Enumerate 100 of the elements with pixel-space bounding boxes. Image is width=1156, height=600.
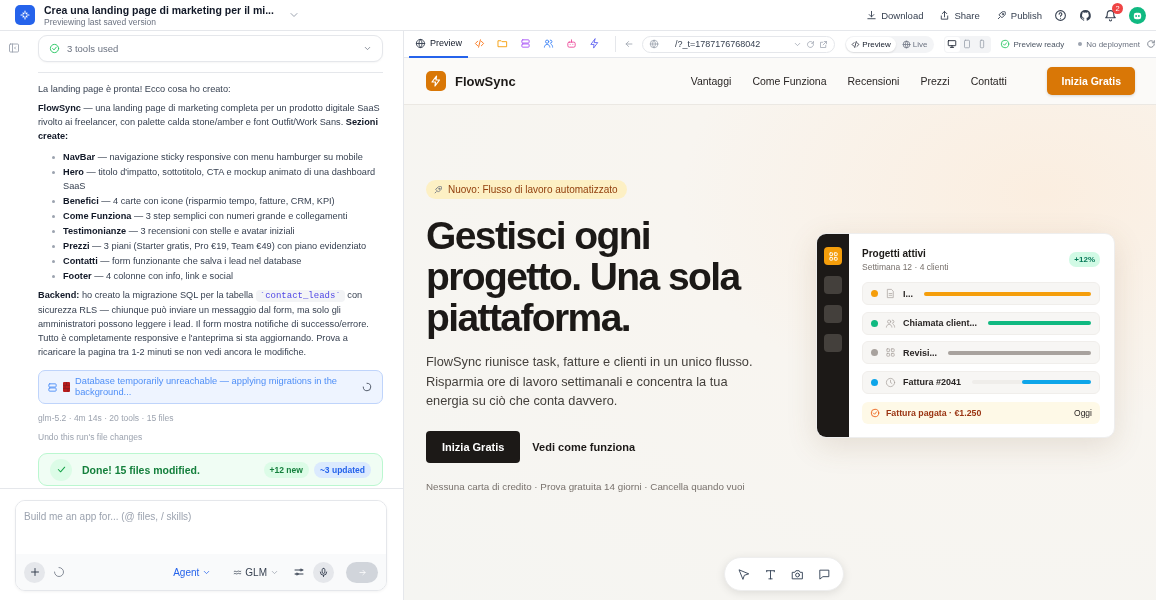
camera-icon	[791, 567, 804, 581]
notifications-button[interactable]	[1104, 8, 1117, 22]
settings-button[interactable]	[293, 566, 305, 578]
arrow-right-icon	[357, 567, 367, 577]
bullet-dot	[52, 245, 55, 248]
text-tool-button[interactable]	[764, 567, 777, 581]
deployment-status: No deployment	[1086, 39, 1140, 49]
help-button[interactable]	[1054, 8, 1067, 22]
back-button[interactable]	[624, 39, 634, 49]
app-logo[interactable]	[15, 5, 35, 25]
folder-icon	[497, 37, 508, 49]
screenshot-button[interactable]	[791, 567, 804, 581]
notice-text: Database temporarily unreachable — applying migrations in the background...	[75, 376, 338, 398]
bullet-dot	[52, 275, 55, 278]
nav-link[interactable]: Contatti	[970, 75, 1007, 87]
refresh-icon	[1146, 39, 1156, 49]
bullet-dot	[52, 215, 55, 218]
done-message: Done! 15 files modified.	[82, 463, 201, 476]
section-item: Prezzi — 3 piani (Starter gratis, Pro €19, Team €49) con piano evidenziato	[63, 240, 367, 253]
preview-status: Preview ready	[1013, 39, 1065, 49]
nav-link[interactable]: Prezzi	[920, 75, 950, 87]
arrow-left-icon	[624, 39, 634, 49]
check-icon	[50, 458, 72, 481]
avatar-icon[interactable]	[1129, 6, 1146, 24]
bell-icon	[1104, 8, 1117, 22]
section-item: Footer — 4 colonne con info, link e social	[63, 270, 234, 283]
wave-icon	[233, 567, 243, 577]
code-icon	[851, 39, 861, 49]
share-button[interactable]: Share	[939, 4, 980, 26]
sparkle-icon	[19, 9, 31, 21]
check-circle-icon	[999, 39, 1010, 49]
preview-mode-button[interactable]: Preview	[846, 36, 896, 52]
hero-footnote: Nessuna carta di credito · Prova gratuita 14 giorni · Cancella quando vuoi	[426, 480, 745, 492]
select-tool-button[interactable]	[737, 567, 750, 581]
users-icon	[885, 317, 896, 329]
model-dropdown[interactable]: GLM	[233, 566, 279, 578]
refresh-icon	[806, 39, 816, 49]
mode-dropdown[interactable]: Agent	[173, 566, 212, 578]
section-item: Come Funziona — 3 step semplici con numeri grande e collegamenti	[63, 210, 348, 223]
primary-cta-button[interactable]: Inizia Gratis	[426, 430, 521, 463]
send-button[interactable]	[346, 561, 378, 583]
growth-badge: +12%	[1069, 252, 1100, 267]
robot-icon	[566, 37, 577, 49]
external-link-icon	[819, 39, 829, 49]
download-icon	[866, 9, 878, 21]
rocket-icon	[995, 9, 1007, 21]
globe-icon	[901, 39, 911, 49]
section-item: NavBar — navigazione sticky responsive con menu hamburger su mobile	[63, 151, 363, 164]
users-icon	[543, 37, 554, 49]
project-title: Crea una landing page di marketing per il mi...	[44, 3, 274, 16]
clock-icon	[885, 376, 896, 388]
database-icon	[47, 381, 58, 393]
task-label: Revisi...	[903, 347, 938, 358]
microphone-button[interactable]	[313, 561, 334, 583]
backend-paragraph: Backend: ho creato la migrazione SQL per la tabella `contact_leads` con sicurezza RLS — chiunque può inviare un messaggio dal form, ma solo gli amministratori possono leggere i lead. Il form mostra notifiche di successo/errore. Tutto è completamente responsive e l'anteprima si sta aggiornando. Prova a ricaricare la pagina tra 1-2 minuti se non vedi ancora le modifiche.	[38, 289, 370, 359]
globe-icon	[649, 39, 659, 49]
section-item: Contatti — form funzionante che salva i lead nel database	[63, 255, 302, 268]
nav-link[interactable]: Vantaggi	[690, 75, 732, 87]
grid-icon	[827, 250, 839, 262]
bullet-dot	[52, 230, 55, 233]
desktop-view-button[interactable]	[944, 36, 960, 52]
nav-link[interactable]: Recensioni	[847, 75, 900, 87]
check-circle-icon	[49, 43, 60, 54]
live-mode-button[interactable]: Live	[896, 36, 933, 52]
section-item: Testimonianze — 3 recensioni con stelle e avatar iniziali	[63, 225, 295, 238]
repository-button[interactable]	[1079, 8, 1092, 22]
notice-time: Oggi	[1074, 408, 1092, 418]
document-icon	[885, 288, 896, 299]
sliders-icon	[293, 566, 305, 578]
secondary-cta-link[interactable]: Vedi come funziona	[532, 440, 636, 453]
run-meta: glm-5.2 · 4m 14s · 20 tools · 15 files	[38, 413, 175, 423]
globe-icon	[415, 37, 426, 49]
loading-spinner-icon	[362, 382, 372, 392]
add-button[interactable]	[24, 561, 45, 583]
desktop-icon	[947, 39, 957, 49]
text-icon	[764, 567, 777, 581]
hero-headline: Gestisci ogni progetto. Una sola piattaforma.	[426, 215, 742, 338]
refresh-button[interactable]	[1146, 39, 1156, 49]
tools-used-dropdown[interactable]: 3 tools used	[38, 35, 383, 62]
nav-link[interactable]: Come Funziona	[752, 75, 827, 87]
url-text: /?_t=1787176768042	[675, 39, 762, 49]
new-files-badge: +12 new	[263, 461, 309, 478]
comment-button[interactable]	[818, 567, 831, 581]
database-icon	[520, 37, 531, 49]
task-label: Fattura #2041	[903, 377, 962, 387]
publish-button[interactable]: Publish	[995, 4, 1042, 26]
chevron-down-icon	[363, 44, 372, 53]
share-icon	[939, 9, 951, 21]
notice-text: Fattura pagata · €1.250	[886, 408, 983, 418]
prompt-field[interactable]: Build me an app for... (@ files, / skills) Agent GLM	[15, 500, 387, 591]
bullet-dot	[52, 200, 55, 203]
bullet-dot	[52, 156, 55, 159]
bullet-dot	[52, 260, 55, 263]
brick-icon	[63, 382, 70, 392]
sidebar-item[interactable]	[824, 247, 842, 265]
grid-icon	[885, 347, 896, 358]
download-button[interactable]: Download	[866, 4, 924, 26]
task-label: I...	[903, 288, 913, 299]
bullet-dot	[52, 171, 55, 174]
hero-description: FlowSync riunisce task, fatture e clienti in un unico flusso. Risparmia ore di lavoro settimanali e concentra la tua energia su ciò che conta davvero.	[426, 353, 754, 411]
